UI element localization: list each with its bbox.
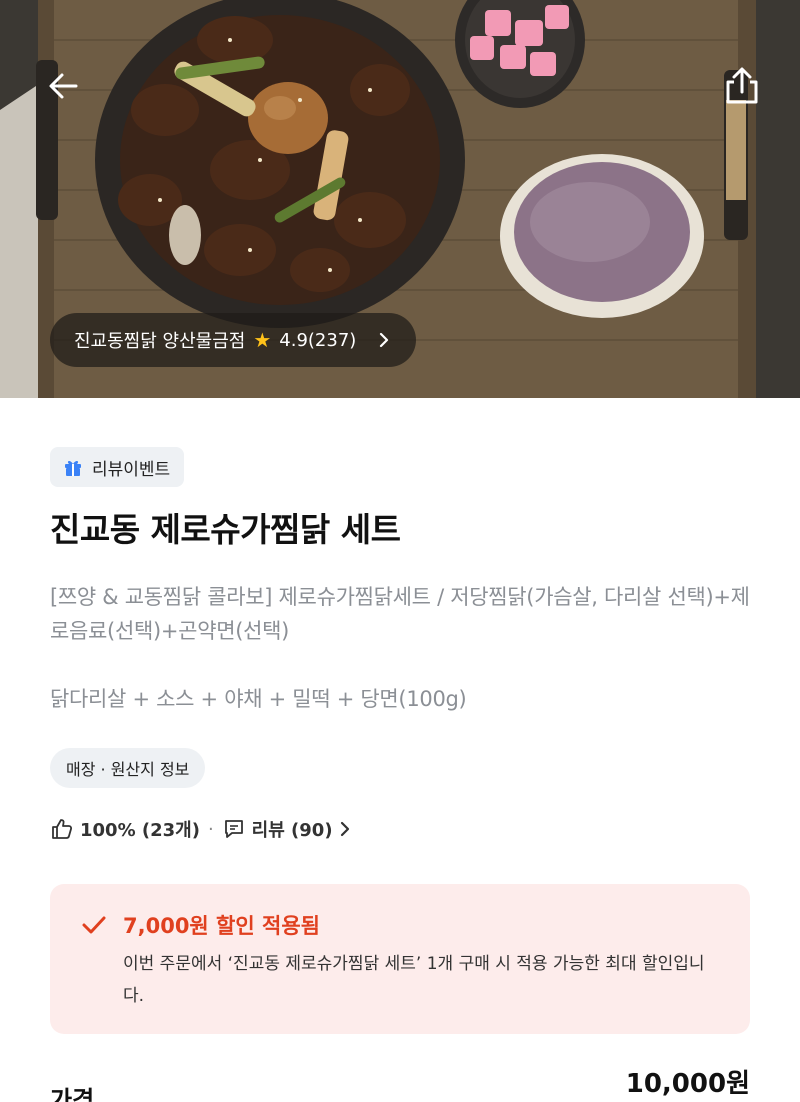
store-rating: 4.9(237)	[279, 330, 356, 351]
product-hero-image: 진교동찜닭 양산물금점 ★ 4.9(237)	[0, 0, 800, 398]
badge-label: 리뷰이벤트	[92, 459, 171, 480]
review-count-label: 리뷰 (90)	[251, 820, 333, 841]
product-title: 진교동 제로슈가찜닭 세트	[50, 510, 401, 549]
product-stats: 100% (23개) · 리뷰 (90)	[50, 814, 351, 844]
product-description: [쯔양 & 교동찜닭 콜라보] 제로슈가찜닭세트 / 저당찜닭(가슴살, 다리살…	[50, 585, 750, 643]
stats-separator: ·	[207, 818, 214, 840]
arrow-left-icon	[49, 73, 78, 99]
back-button[interactable]	[36, 58, 92, 114]
discount-applied-box: 7,000원 할인 적용됨 이번 주문에서 ‘진교동 제로슈가찜닭 세트’ 1개…	[50, 884, 750, 1034]
chevron-right-icon	[378, 331, 390, 349]
gift-icon	[65, 460, 81, 476]
store-info-pill[interactable]: 진교동찜닭 양산물금점 ★ 4.9(237)	[50, 313, 417, 367]
store-rating-value: 4.9	[279, 329, 308, 351]
discount-description: 이번 주문에서 ‘진교동 제로슈가찜닭 세트’ 1개 구매 시 적용 가능한 최…	[123, 954, 705, 1006]
comment-icon	[224, 820, 243, 838]
like-percentage: 100% (23개)	[80, 820, 200, 841]
share-button[interactable]	[714, 58, 770, 114]
review-link[interactable]: 리뷰 (90)	[222, 816, 351, 842]
share-icon	[726, 67, 758, 104]
product-components: 닭다리살 + 소스 + 야채 + 밀떡 + 당면(100g)	[50, 687, 467, 711]
origin-chip-label: 매장 · 원산지 정보	[66, 760, 190, 779]
price-value: 10,000원	[625, 1069, 750, 1099]
review-event-badge: 리뷰이벤트	[50, 447, 185, 487]
thumbs-up-icon	[52, 819, 73, 839]
chevron-right-icon	[340, 821, 349, 837]
price-label: 가격	[50, 1086, 95, 1102]
store-origin-info-button[interactable]: 매장 · 원산지 정보	[50, 748, 206, 788]
star-icon: ★	[253, 328, 272, 352]
checkmark-icon	[82, 916, 106, 934]
discount-title: 7,000원 할인 적용됨	[123, 914, 320, 938]
store-name: 진교동찜닭 양산물금점	[74, 331, 246, 352]
store-review-count: (237)	[307, 329, 357, 351]
